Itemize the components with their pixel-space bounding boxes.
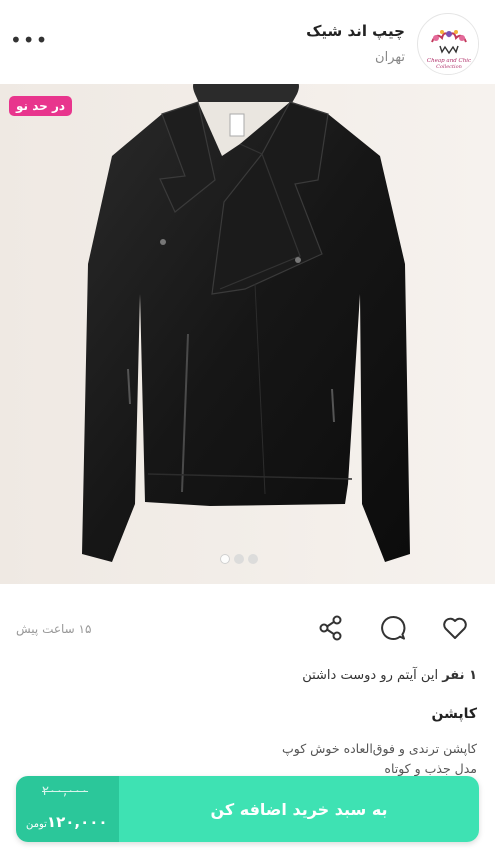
likes-text: این آیتم رو دوست داشتن	[302, 668, 439, 683]
price-box: ۲۰۰,۰۰۰ ۱۲۰,۰۰۰تومن	[16, 776, 119, 842]
add-to-cart-button[interactable]: به سبد خرید اضافه کن	[119, 776, 479, 842]
slide-dot[interactable]	[220, 554, 230, 564]
jacket-image	[0, 84, 495, 584]
item-title: کاپشن	[431, 706, 478, 722]
slide-dot[interactable]	[234, 554, 244, 564]
shop-name[interactable]: چیپ اند شیک	[306, 22, 405, 40]
description-line: کاپشن ترندی و فوق‌العاده خوش کوپ	[282, 741, 477, 756]
slide-indicator[interactable]	[220, 554, 258, 564]
shop-logo[interactable]: Cheap and Chic Collection	[417, 13, 479, 75]
condition-badge: در حد نو	[9, 96, 73, 116]
shop-city: تهران	[375, 50, 405, 65]
svg-text:Collection: Collection	[436, 64, 462, 70]
comment-icon[interactable]	[379, 614, 407, 642]
more-options-icon[interactable]: •••	[10, 30, 48, 50]
share-icon[interactable]	[317, 614, 345, 642]
heart-icon[interactable]	[441, 614, 469, 642]
item-description: کاپشن ترندی و فوق‌العاده خوش کوپ مدل جذب…	[282, 739, 477, 779]
seller-header: ••• چیپ اند شیک تهران Cheap and Chic Col…	[0, 0, 495, 84]
price-value: ۱۲۰,۰۰۰	[46, 813, 108, 831]
old-price: ۲۰۰,۰۰۰	[42, 784, 89, 799]
currency-label: تومن	[26, 819, 47, 830]
product-photo[interactable]: در حد نو	[0, 84, 495, 584]
slide-dot[interactable]	[248, 554, 258, 564]
actions-row: ۱۵ ساعت پیش	[0, 608, 495, 648]
likes-summary[interactable]: ۱ نفر این آیتم رو دوست داشتن	[302, 668, 477, 683]
new-price: ۱۲۰,۰۰۰تومن	[26, 813, 108, 831]
buy-bar: ۲۰۰,۰۰۰ ۱۲۰,۰۰۰تومن به سبد خرید اضافه کن	[16, 776, 479, 842]
likes-count: ۱ نفر	[442, 668, 477, 683]
post-time: ۱۵ ساعت پیش	[16, 622, 92, 636]
